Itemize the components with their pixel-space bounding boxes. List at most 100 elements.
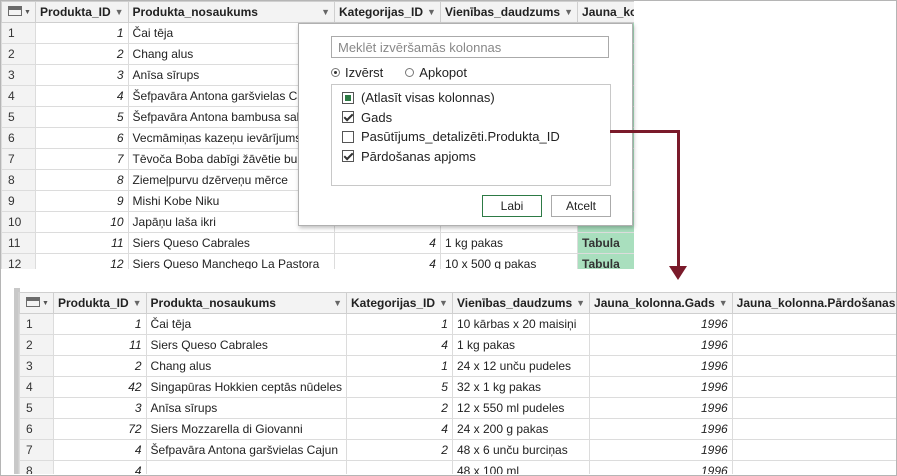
cell-produkta-nosaukums[interactable]: Siers Queso Cabrales: [145, 334, 348, 356]
cell-kategorijas-id[interactable]: 5: [346, 376, 453, 398]
cell-produkta-id[interactable]: 3: [34, 64, 129, 86]
cell-jauna-kolonna-pardosanas-apjoms[interactable]: 1800: [731, 313, 896, 335]
cell-jauna-kolonna-pardosanas-apjoms[interactable]: 1883,2: [731, 439, 896, 461]
cell-vienibas-daudzums[interactable]: 48 x 6 unču burciņas: [451, 439, 591, 461]
column-header-produkta-nosaukums[interactable]: Produkta_nosaukums ▼: [145, 292, 348, 314]
filter-dropdown-icon[interactable]: ▼: [321, 7, 330, 17]
cell-jauna-kolonna-gads[interactable]: 1996: [589, 439, 733, 461]
cell-jauna-kolonna-gads[interactable]: 1996: [589, 355, 733, 377]
cell-produkta-id[interactable]: 7: [34, 148, 129, 170]
cell-kategorijas-id[interactable]: 4: [346, 418, 453, 440]
column-header-produkta-id[interactable]: Produkta_ID ▼: [52, 292, 147, 314]
cell-produkta-id[interactable]: 2: [34, 43, 129, 65]
cell-produkta-id[interactable]: 9: [34, 190, 129, 212]
cell-jauna-kolonna-pardosanas-apjoms[interactable]: 400,4: [731, 376, 896, 398]
table-row[interactable]: 4 42 Singapūras Hokkien ceptās nūdeles 5 32 …: [19, 376, 896, 398]
cell-produkta-nosaukums[interactable]: Šefpavāra Antona garšvielas Cajun: [145, 439, 348, 461]
filter-dropdown-icon[interactable]: ▼: [439, 298, 448, 308]
cell-vienibas-daudzums[interactable]: 48 x 100 ml: [451, 460, 591, 474]
cell-jauna-kolonna-gads[interactable]: 1996: [589, 313, 733, 335]
cell-jauna-kolonna[interactable]: Tabula: [577, 253, 634, 269]
ok-button[interactable]: Labi: [482, 195, 542, 217]
cell-produkta-id[interactable]: 42: [52, 376, 147, 398]
cell-vienibas-daudzums[interactable]: 32 x 1 kg pakas: [451, 376, 591, 398]
search-columns-input[interactable]: [331, 36, 609, 58]
column-header-produkta-id[interactable]: Produkta_ID ▼: [34, 1, 129, 23]
filter-dropdown-icon[interactable]: ▼: [719, 298, 728, 308]
cell-produkta-id[interactable]: 4: [52, 460, 147, 474]
filter-dropdown-icon[interactable]: ▼: [564, 7, 573, 17]
cell-produkta-id[interactable]: 12: [34, 253, 129, 269]
cell-jauna-kolonna-gads[interactable]: 1996: [589, 418, 733, 440]
table-row[interactable]: 6 72 Siers Mozzarella di Giovanni 4 24 x 200…: [19, 418, 896, 440]
column-header-kategorijas-id[interactable]: Kategorijas_ID ▼: [346, 292, 453, 314]
cell-vienibas-daudzums[interactable]: 24 x 12 unču pudeles: [451, 355, 591, 377]
cell-kategorijas-id[interactable]: 2: [346, 439, 453, 461]
cell-produkta-id[interactable]: 3: [52, 397, 147, 419]
cell-produkta-nosaukums[interactable]: Siers Mozzarella di Giovanni: [145, 418, 348, 440]
filter-dropdown-icon[interactable]: ▼: [427, 7, 436, 17]
filter-dropdown-icon[interactable]: ▼: [576, 298, 585, 308]
column-header-kategorijas-id[interactable]: Kategorijas_ID ▼: [334, 1, 441, 23]
filter-dropdown-icon[interactable]: ▼: [333, 298, 342, 308]
cell-jauna-kolonna-gads[interactable]: 1996: [589, 397, 733, 419]
filter-dropdown-icon[interactable]: ▼: [115, 7, 124, 17]
cell-produkta-id[interactable]: 72: [52, 418, 147, 440]
cell-jauna-kolonna-gads[interactable]: 1996: [589, 460, 733, 474]
cell-vienibas-daudzums[interactable]: 10 x 500 g pakas: [439, 253, 579, 269]
cell-produkta-id[interactable]: 5: [34, 106, 129, 128]
cell-produkta-id[interactable]: 11: [34, 232, 129, 254]
cell-jauna-kolonna-pardosanas-apjoms[interactable]: 240: [731, 397, 896, 419]
cell-kategorijas-id[interactable]: 1: [346, 313, 453, 335]
cell-jauna-kolonna-gads[interactable]: 1996: [589, 376, 733, 398]
cancel-button[interactable]: Atcelt: [551, 195, 611, 217]
cell-produkta-id[interactable]: 10: [34, 211, 129, 233]
cell-kategorijas-id[interactable]: 1: [346, 355, 453, 377]
column-header-produkta-nosaukums[interactable]: Produkta_nosaukums ▼: [127, 1, 336, 23]
cell-produkta-id[interactable]: 6: [34, 127, 129, 149]
cell-kategorijas-id[interactable]: 4: [334, 253, 441, 269]
checkbox-pasutijums-produkta-id[interactable]: Pasūtījums_detalizēti.Produkta_ID: [332, 127, 610, 147]
cell-produkta-nosaukums[interactable]: [145, 460, 348, 474]
cell-produkta-id[interactable]: 2: [52, 355, 147, 377]
checkbox-select-all[interactable]: (Atlasīt visas kolonnas): [332, 88, 610, 108]
cell-produkta-nosaukums[interactable]: Anīsa sīrups: [145, 397, 348, 419]
table-menu-button[interactable]: ▼: [1, 1, 36, 23]
column-header-vienibas-daudzums[interactable]: Vienības_daudzums ▼: [439, 1, 579, 23]
table-menu-button[interactable]: ▼: [19, 292, 54, 314]
cell-jauna-kolonna-pardosanas-apjoms[interactable]: 3435,2: [731, 355, 896, 377]
cell-kategorijas-id[interactable]: [346, 460, 453, 474]
table-row[interactable]: 32Chang alus124 x 12 unču pudeles1996343…: [19, 355, 896, 377]
cell-kategorijas-id[interactable]: 2: [346, 397, 453, 419]
cell-vienibas-daudzums[interactable]: 24 x 200 g pakas: [451, 418, 591, 440]
cell-produkta-nosaukums[interactable]: Singapūras Hokkien ceptās nūdeles: [145, 376, 348, 398]
column-header-jauna-kolonna-pardosanas-apjoms[interactable]: Jauna_kolonna.Pārdošanas apjoms▼: [731, 292, 896, 314]
cell-produkta-nosaukums[interactable]: Čai tēja: [145, 313, 348, 335]
table-row[interactable]: 7 4 Šefpavāra Antona garšvielas Cajun 2 48 x…: [19, 439, 896, 461]
radio-aggregate[interactable]: Apkopot: [405, 65, 467, 80]
cell-produkta-nosaukums[interactable]: Siers Queso Cabrales: [127, 232, 336, 254]
column-header-jauna-kolonna-gads[interactable]: Jauna_kolonna.Gads ▼: [589, 292, 733, 314]
cell-jauna-kolonna[interactable]: Tabula: [577, 232, 634, 254]
cell-produkta-nosaukums[interactable]: Chang alus: [145, 355, 348, 377]
table-row[interactable]: 11 11 Siers Queso Cabrales 4 1 kg pakas Tabul…: [1, 232, 634, 254]
cell-jauna-kolonna-pardosanas-apjoms[interactable]: 1501: [731, 460, 896, 474]
column-header-jauna-kolonna[interactable]: Jauna_kolonna◂▸: [577, 1, 634, 23]
table-row[interactable]: 11Čai tēja110 kārbas x 20 maisiņi1996180…: [19, 313, 896, 335]
checkbox-pardosanas-apjoms[interactable]: Pārdošanas apjoms: [332, 147, 610, 167]
filter-dropdown-icon[interactable]: ▼: [133, 298, 142, 308]
cell-produkta-id[interactable]: 1: [34, 22, 129, 44]
cell-vienibas-daudzums[interactable]: 1 kg pakas: [439, 232, 579, 254]
cell-vienibas-daudzums[interactable]: 10 kārbas x 20 maisiņi: [451, 313, 591, 335]
cell-jauna-kolonna-gads[interactable]: 1996: [589, 334, 733, 356]
cell-vienibas-daudzums[interactable]: 1 kg pakas: [451, 334, 591, 356]
cell-produkta-id[interactable]: 4: [52, 439, 147, 461]
table-row[interactable]: 12 12 Siers Queso Manchego La Pastora 4 10 x…: [1, 253, 634, 269]
column-header-vienibas-daudzums[interactable]: Vienības_daudzums ▼: [451, 292, 591, 314]
table-row[interactable]: 53Anīsa sīrups212 x 550 ml pudeles199624…: [19, 397, 896, 419]
table-row[interactable]: 84 48 x 100 ml19961501: [19, 460, 896, 474]
cell-produkta-id[interactable]: 4: [34, 85, 129, 107]
cell-kategorijas-id[interactable]: 4: [346, 334, 453, 356]
cell-kategorijas-id[interactable]: 4: [334, 232, 441, 254]
radio-expand[interactable]: Izvērst: [331, 65, 383, 80]
